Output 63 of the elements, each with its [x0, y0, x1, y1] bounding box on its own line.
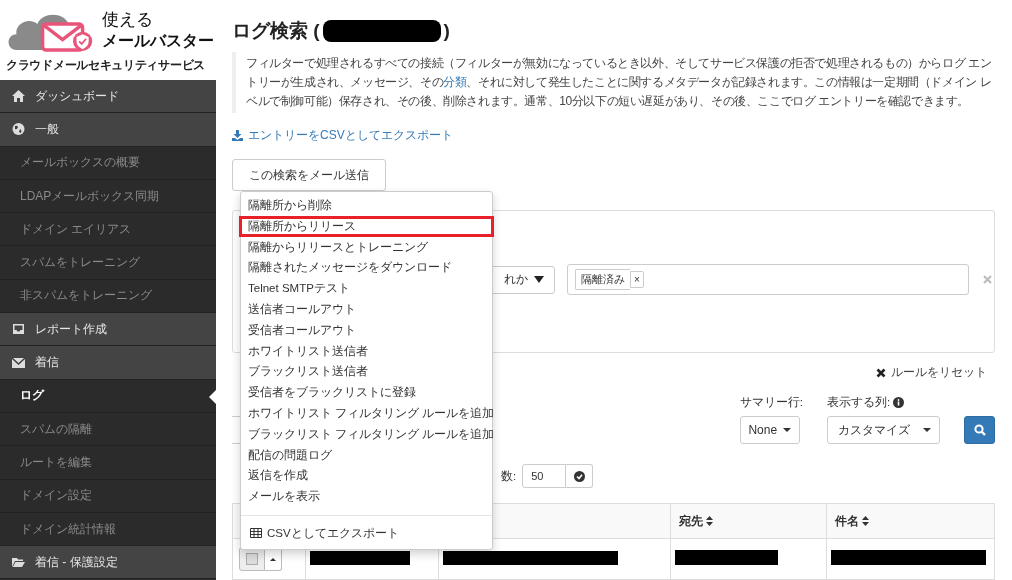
menu-item[interactable]: 受信者をブラックリストに登録 [241, 382, 492, 403]
classification-link[interactable]: 分類 [443, 75, 467, 89]
description-text: フィルターで処理されるすべての接続（フィルターが無効になっているとき以外、そしてサービス保護の拒否で処理されるもの）からログ エントリーが生成され、メッセージ、その分類、それに対して発生したことに関するメタデータが記録されます。この情報は一定期間（ドメイン レベルで制御可能）保存され、その後、削除されます。通常、10分以下の短い遅延があり、その後、ここでログ エントリーを確認できます。 [232, 52, 995, 113]
tag-input-field[interactable]: 隔離済み × [567, 264, 969, 295]
menu-item[interactable]: 配信の問題ログ [241, 444, 492, 466]
select-field[interactable] [232, 416, 243, 444]
inbox-icon [12, 323, 25, 336]
menu-item[interactable]: 受信者コールアウト [241, 319, 492, 341]
sidebar-item[interactable]: ダッシュボード [0, 80, 216, 114]
folder-icon [12, 556, 25, 569]
menu-item[interactable]: ホワイトリスト送信者 [241, 340, 492, 362]
summary-rows-dropdown[interactable]: None [739, 416, 800, 444]
table-icon [250, 528, 262, 539]
caret-icon [783, 428, 792, 432]
row-menu-button[interactable] [265, 547, 282, 571]
globe-icon [12, 123, 25, 136]
reset-rules-link[interactable]: ルールをリセット [876, 364, 987, 381]
sidebar-item[interactable]: 一般 [0, 113, 216, 147]
tag-remove-button[interactable]: × [630, 271, 644, 288]
download-icon [232, 130, 243, 141]
sidebar-item[interactable]: レポート作成 [0, 313, 216, 347]
selection-pointer-icon [209, 389, 216, 404]
info-icon [893, 397, 905, 408]
export-csv-menu-item[interactable]: CSVとしてエクスポート [241, 522, 492, 544]
page-title: ) [443, 20, 450, 42]
menu-item[interactable]: 返信を作成 [241, 465, 492, 487]
columns-dropdown[interactable]: カスタマイズ [827, 416, 940, 444]
sort-icon [862, 516, 869, 526]
column-header[interactable]: 件名 [826, 503, 995, 539]
menu-item[interactable]: 隔離からリリースとトレーニング [241, 236, 492, 258]
columns-label: 表示する列: [827, 395, 891, 410]
email-search-button[interactable]: この検索をメール送信 [232, 159, 386, 191]
export-csv-link[interactable]: エントリーをCSVとしてエクスポート [232, 127, 453, 144]
menu-item[interactable]: ホワイトリスト フィルタリング ルールを追加 [241, 402, 492, 424]
column-header[interactable]: 宛先 [670, 503, 827, 539]
menu-item[interactable]: ブラックリスト送信者 [241, 361, 492, 383]
logo-text: メールバスター [102, 31, 214, 51]
page-title: ログ検索 ( [232, 19, 320, 43]
caret-icon [923, 428, 931, 432]
page-size-label: 数: [501, 468, 517, 484]
search-button[interactable] [964, 416, 995, 444]
apply-button[interactable] [566, 464, 594, 488]
menu-item[interactable]: 送信者コールアウト [241, 299, 492, 320]
caret-icon [270, 557, 276, 561]
home-icon [12, 90, 25, 103]
envelope-icon [12, 356, 25, 369]
menu-item[interactable]: メールを表示 [241, 486, 492, 507]
summary-rows-label: サマリー行: [739, 395, 803, 410]
sidebar-item[interactable]: 着信 - 保護設定 [0, 546, 216, 580]
page-size-input[interactable]: 50 [522, 464, 567, 488]
logo-tagline: クラウドメールセキュリティサービス [6, 57, 205, 74]
filter-tag: 隔離済み [575, 269, 630, 290]
menu-item[interactable]: 隔離所から削除 [241, 195, 492, 216]
check-circle-icon [573, 470, 585, 482]
sidebar-item[interactable]: 着信 [0, 346, 216, 380]
logo-text: 使える [102, 10, 154, 30]
search-icon [973, 424, 986, 436]
menu-item[interactable]: 隔離所からリリース [239, 215, 494, 237]
sort-icon [706, 516, 713, 526]
menu-item[interactable]: ブラックリスト フィルタリング ルールを追加 [241, 423, 492, 445]
close-icon[interactable] [983, 275, 992, 284]
close-icon [876, 367, 886, 378]
caret-icon [534, 276, 544, 283]
